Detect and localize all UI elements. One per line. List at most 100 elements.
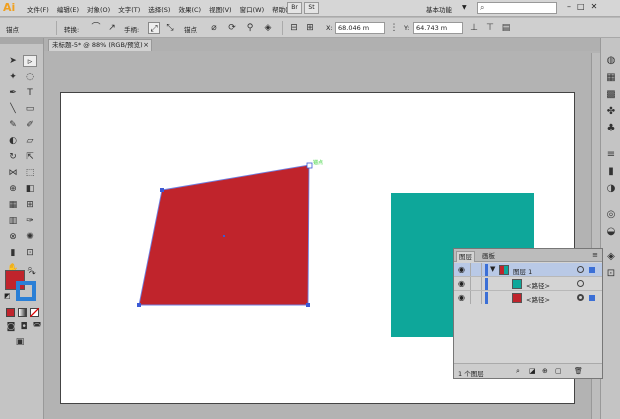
path-name[interactable]: <路径>	[526, 294, 550, 304]
layer-row[interactable]: ◉ ▼ 图层 1	[454, 263, 602, 277]
color-guide-icon[interactable]: ▦	[604, 71, 618, 84]
x-coordinate-field[interactable]: 68.046 m	[335, 22, 385, 34]
cut-path-icon[interactable]: ⚲	[244, 22, 256, 34]
panel-menu-icon[interactable]: ≡	[592, 251, 598, 259]
lock-toggle[interactable]	[470, 263, 482, 276]
symbols-panel-icon[interactable]: ♣	[604, 122, 618, 135]
expand-triangle-icon[interactable]: ▼	[490, 265, 495, 273]
symbol-sprayer-tool-icon[interactable]: ✺	[23, 231, 37, 243]
path-name[interactable]: <路径>	[526, 280, 550, 290]
eye-icon[interactable]: ◉	[458, 265, 465, 274]
swatches-panel-icon[interactable]: ▩	[604, 88, 618, 101]
paintbrush-tool-icon[interactable]: ✎	[6, 119, 20, 131]
stock-button[interactable]: St	[304, 2, 319, 14]
align-icon[interactable]: ⊟	[288, 22, 300, 34]
stroke-panel-icon[interactable]: ≡	[604, 148, 618, 161]
isolate-icon[interactable]: ◈	[262, 22, 274, 34]
connect-anchor-icon[interactable]: ⟳	[226, 22, 238, 34]
pencil-tool-icon[interactable]: ✐	[23, 119, 37, 131]
menu-type[interactable]: 文字(T)	[118, 4, 140, 14]
menu-object[interactable]: 对象(O)	[87, 4, 110, 14]
scale-tool-icon[interactable]: ⇱	[23, 151, 37, 163]
reference-point-icon[interactable]: ⋮	[388, 22, 400, 34]
menu-file[interactable]: 文件(F)	[27, 4, 49, 14]
swap-fill-stroke-icon[interactable]: ↷	[29, 269, 36, 278]
menu-effect[interactable]: 效果(C)	[178, 4, 201, 14]
gradient-tool-icon[interactable]: ▥	[6, 215, 20, 227]
tab-artboards[interactable]: 画板	[480, 251, 497, 262]
menu-select[interactable]: 选择(S)	[148, 4, 170, 14]
width-tool-icon[interactable]: ⋈	[6, 167, 20, 179]
delete-layer-icon[interactable]: 🗑	[574, 367, 583, 375]
type-tool-icon[interactable]: T	[23, 87, 37, 99]
draw-inside-icon[interactable]: ◚	[30, 321, 44, 333]
anchor-point[interactable]	[160, 188, 164, 192]
column-graph-tool-icon[interactable]: ▮	[6, 247, 20, 259]
artboard-tool-icon[interactable]: ⊡	[23, 247, 37, 259]
anchor-point[interactable]	[137, 303, 141, 307]
lasso-tool-icon[interactable]: ◌	[23, 71, 37, 83]
layers-panel-icon[interactable]: ◈	[604, 250, 618, 263]
color-panel-icon[interactable]: ◍	[604, 54, 618, 67]
convert-smooth-icon[interactable]: ↗	[106, 22, 118, 34]
graphic-styles-panel-icon[interactable]: ◒	[604, 225, 618, 238]
eyedropper-tool-icon[interactable]: ✑	[23, 215, 37, 227]
convert-corner-icon[interactable]: ⌒	[90, 22, 102, 34]
anchor-point[interactable]	[306, 303, 310, 307]
layer-name[interactable]: 图层 1	[513, 266, 532, 276]
help-search-input[interactable]: ⌕	[477, 2, 557, 14]
minimize-button[interactable]: –	[567, 2, 571, 11]
live-paint-tool-icon[interactable]: ◧	[23, 183, 37, 195]
distribute-icon[interactable]: ⊤	[484, 22, 496, 34]
y-coordinate-field[interactable]: 64.743 m	[413, 22, 463, 34]
layers-list-empty-area[interactable]	[454, 304, 602, 360]
mesh-tool-icon[interactable]: ⊞	[23, 199, 37, 211]
screen-mode-icon[interactable]: ▣	[13, 336, 27, 348]
target-icon[interactable]	[577, 266, 584, 273]
color-mode-color[interactable]	[6, 308, 15, 317]
color-mode-none[interactable]	[30, 308, 39, 317]
selection-indicator[interactable]	[589, 295, 595, 301]
blob-brush-tool-icon[interactable]: ◐	[6, 135, 20, 147]
clipping-mask-icon[interactable]: ◪	[529, 367, 536, 375]
magic-wand-tool-icon[interactable]: ✦	[6, 71, 20, 83]
more-options-icon[interactable]: ▤	[500, 22, 512, 34]
locate-object-icon[interactable]: ⌕	[516, 367, 520, 376]
maximize-button[interactable]: □	[577, 2, 585, 11]
stroke-swatch[interactable]	[16, 281, 36, 301]
tab-layers[interactable]: 图层	[456, 251, 475, 262]
workspace-switcher[interactable]: 基本功能	[426, 4, 452, 14]
transparency-panel-icon[interactable]: ◑	[604, 182, 618, 195]
sublayer-row[interactable]: ◉ <路径>	[454, 291, 602, 305]
blend-tool-icon[interactable]: ⊗	[6, 231, 20, 243]
free-transform-tool-icon[interactable]: ⬚	[23, 167, 37, 179]
menu-window[interactable]: 窗口(W)	[240, 4, 265, 14]
lock-toggle[interactable]	[470, 277, 482, 290]
shape-builder-tool-icon[interactable]: ⊕	[6, 183, 20, 195]
lock-toggle[interactable]	[470, 291, 482, 304]
menu-view[interactable]: 视图(V)	[209, 4, 232, 14]
rotate-tool-icon[interactable]: ↻	[6, 151, 20, 163]
gradient-panel-icon[interactable]: ▮	[604, 165, 618, 178]
eraser-tool-icon[interactable]: ▱	[23, 135, 37, 147]
draw-normal-icon[interactable]: ◙	[4, 321, 18, 333]
default-colors-icon[interactable]: ◩	[4, 292, 11, 300]
perspective-grid-tool-icon[interactable]: ▦	[6, 199, 20, 211]
new-layer-icon[interactable]: ▢	[555, 367, 562, 375]
target-icon-selected[interactable]	[577, 294, 584, 301]
selection-tool-icon[interactable]: ➤	[6, 55, 20, 67]
transform-icon[interactable]: ⊞	[304, 22, 316, 34]
draw-behind-icon[interactable]: ◘	[17, 321, 31, 333]
appearance-panel-icon[interactable]: ◎	[604, 208, 618, 221]
pen-tool-icon[interactable]: ✒	[6, 87, 20, 99]
hide-handles-icon[interactable]: ⤡	[164, 22, 176, 34]
color-mode-gradient[interactable]	[18, 308, 27, 317]
bridge-button[interactable]: Br	[287, 2, 302, 14]
target-icon[interactable]	[577, 280, 584, 287]
direct-selection-tool-icon[interactable]: ▹	[23, 55, 37, 67]
remove-anchor-icon[interactable]: ⌀	[208, 22, 220, 34]
menu-edit[interactable]: 编辑(E)	[57, 4, 79, 14]
anchor-point-selected[interactable]	[306, 162, 313, 169]
document-tab[interactable]: 未标题-5* @ 88% (RGB/预览) ×	[48, 39, 152, 51]
tools-panel-header[interactable]	[0, 38, 43, 44]
